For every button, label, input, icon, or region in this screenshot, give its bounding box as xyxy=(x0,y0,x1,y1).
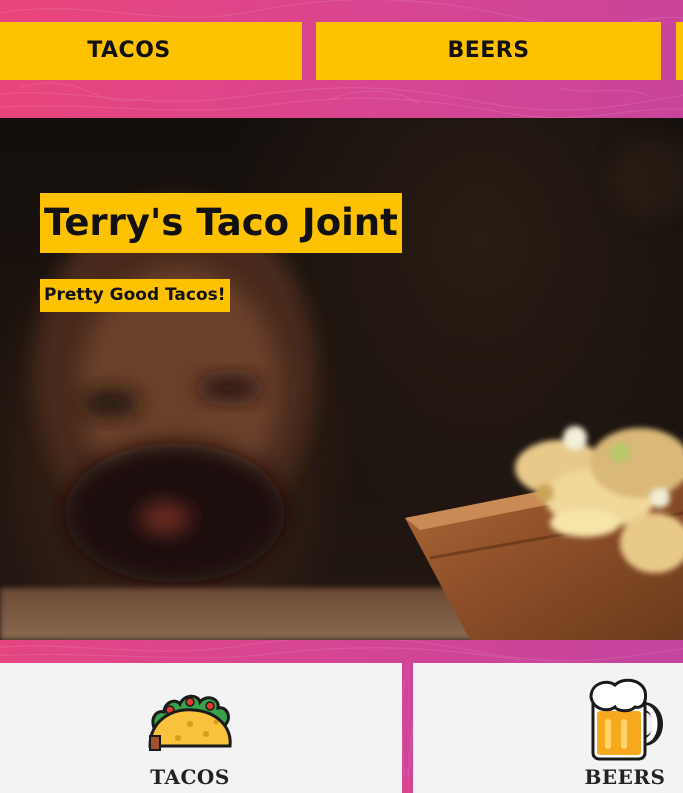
nav-tacos-label: TACOS xyxy=(87,38,171,63)
hero-subtitle: Pretty Good Tacos! xyxy=(40,279,230,312)
tacos-card[interactable]: TACOS xyxy=(0,663,402,793)
beer-mug-icon xyxy=(589,678,663,761)
taco-icon xyxy=(148,694,232,751)
nav-tacos-button[interactable]: TACOS xyxy=(0,22,302,80)
nav-beers-button[interactable]: BEERS xyxy=(316,22,661,80)
nav-beers-label: BEERS xyxy=(447,38,530,63)
beers-card[interactable]: BEERS xyxy=(413,663,683,793)
hero-banner: Terry's Taco Joint Pretty Good Tacos! xyxy=(0,118,683,640)
tacos-card-label: TACOS xyxy=(150,765,230,789)
nav-third-button[interactable] xyxy=(676,22,683,80)
beers-card-label: BEERS xyxy=(584,765,666,789)
hero-title: Terry's Taco Joint xyxy=(40,193,402,253)
